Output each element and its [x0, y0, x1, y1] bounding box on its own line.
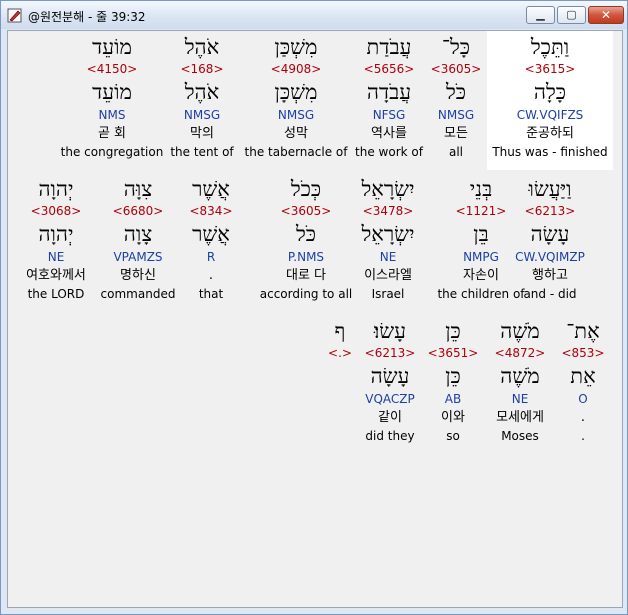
strong-number: <4150>: [86, 62, 138, 76]
hebrew-word: יְהוָה: [38, 177, 74, 201]
lemma: יְהוָה: [38, 222, 74, 246]
strong-number: <3068>: [30, 204, 82, 218]
lemma: מוֹעֵד: [92, 80, 132, 104]
english-gloss: the congregation: [60, 145, 164, 159]
lemma: עָשָׂה: [370, 364, 410, 388]
pen-icon: [7, 8, 22, 23]
title-bar[interactable]: @원전분해 - 줄 39:32 ▁ ▢ ✕: [1, 1, 627, 29]
close-icon: ✕: [600, 8, 612, 22]
english-gloss: the LORD: [27, 287, 85, 301]
strong-number: <.>: [328, 346, 352, 360]
maximize-button[interactable]: ▢: [557, 6, 586, 24]
parsing-code: NMS: [98, 108, 126, 122]
window-title: @원전분해 - 줄 39:32: [28, 10, 146, 24]
maximize-icon: ▢: [566, 8, 577, 21]
english-gloss: did they: [365, 429, 415, 443]
minimize-icon: ▁: [536, 8, 545, 21]
korean-gloss: 같이: [378, 410, 402, 425]
parsing-code: NE: [47, 250, 65, 264]
hebrew-word: ף: [334, 319, 346, 343]
hebrew-word: מוֹעֵד: [92, 35, 132, 59]
minimize-button[interactable]: ▁: [526, 6, 555, 24]
parsing-code: VQACZP: [365, 392, 415, 406]
close-button[interactable]: ✕: [588, 6, 624, 24]
korean-gloss: 곧 회: [97, 126, 127, 141]
app-window: @원전분해 - 줄 39:32 ▁ ▢ ✕ וַתֵּכֶל <3615> כָּל…: [0, 0, 628, 615]
korean-gloss: 여호와께서: [26, 268, 86, 283]
